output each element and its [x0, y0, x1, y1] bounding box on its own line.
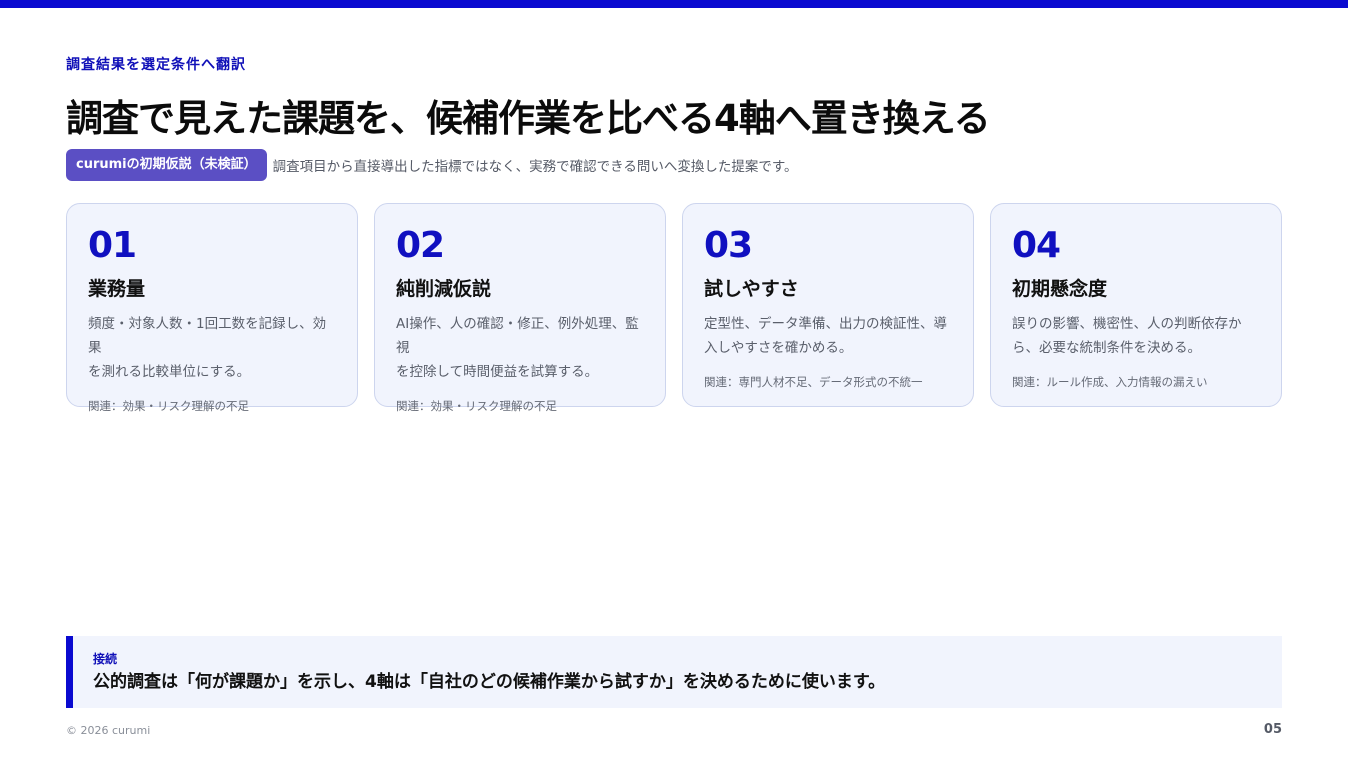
- axis-card-02: 02 純削減仮説 AI操作、人の確認・修正、例外処理、監視 を控除して時間便益を…: [374, 203, 666, 413]
- connection-label: 接続: [93, 652, 118, 666]
- axis-card-03: 03 試しやすさ 定型性、データ準備、出力の検証性、導 入しやすさを確かめる。 …: [682, 203, 974, 407]
- connection-text: 公的調査は「何が課題か」を示し、4軸は「自社のどの候補作業から試すか」を決めるた…: [93, 672, 886, 692]
- card-description-line: 頻度・対象人数・1回工数を記録し、効果: [88, 316, 327, 356]
- card-related: 関連：効果・リスク理解の不足: [88, 399, 249, 413]
- card-number: 01: [88, 225, 137, 266]
- subtitle-text: 調査項目から直接導出した指標ではなく、実務で確認できる問いへ変換した提案です。: [272, 159, 798, 175]
- card-number: 04: [1012, 225, 1061, 266]
- card-related: 関連：効果・リスク理解の不足: [396, 399, 557, 413]
- card-description: 頻度・対象人数・1回工数を記録し、効果 を測れる比較単位にする。: [88, 312, 336, 384]
- card-related: 関連：専門人材不足、データ形式の不統一: [704, 375, 923, 389]
- card-description-line: 定型性、データ準備、出力の検証性、導: [704, 316, 947, 332]
- top-accent-bar: [0, 0, 1348, 8]
- connection-callout: 接続 公的調査は「何が課題か」を示し、4軸は「自社のどの候補作業から試すか」を決…: [66, 636, 1282, 708]
- card-description: 定型性、データ準備、出力の検証性、導 入しやすさを確かめる。: [704, 312, 952, 360]
- card-description-line: AI操作、人の確認・修正、例外処理、監視: [396, 316, 639, 356]
- card-description-line: ら、必要な統制条件を決める。: [1012, 340, 1201, 356]
- card-description-line: を測れる比較単位にする。: [88, 364, 251, 380]
- card-related: 関連：ルール作成、入力情報の漏えい: [1012, 375, 1208, 389]
- card-description: 誤りの影響、機密性、人の判断依存か ら、必要な統制条件を決める。: [1012, 312, 1260, 360]
- card-number: 03: [704, 225, 753, 266]
- section-eyebrow: 調査結果を選定条件へ翻訳: [66, 57, 246, 73]
- axis-card-04: 04 初期懸念度 誤りの影響、機密性、人の判断依存か ら、必要な統制条件を決める…: [990, 203, 1282, 407]
- subtitle-row: curumiの初期仮説（未検証） 調査項目から直接導出した指標ではなく、実務で確…: [66, 149, 798, 181]
- card-title: 純削減仮説: [396, 278, 492, 300]
- slide-title: 調査で見えた課題を、候補作業を比べる4軸へ置き換える: [66, 97, 991, 140]
- card-description-line: 入しやすさを確かめる。: [704, 340, 853, 356]
- card-number: 02: [396, 225, 445, 266]
- card-title: 試しやすさ: [704, 278, 799, 300]
- copyright: © 2026 curumi: [66, 724, 151, 737]
- card-description: AI操作、人の確認・修正、例外処理、監視 を控除して時間便益を試算する。: [396, 312, 644, 384]
- card-title: 業務量: [88, 278, 146, 300]
- page-number: 05: [1263, 722, 1282, 737]
- hypothesis-badge: curumiの初期仮説（未検証）: [66, 149, 267, 181]
- card-title: 初期懸念度: [1012, 278, 1108, 300]
- axis-cards: 01 業務量 頻度・対象人数・1回工数を記録し、効果 を測れる比較単位にする。 …: [66, 203, 1282, 413]
- card-description-line: を控除して時間便益を試算する。: [396, 364, 599, 380]
- card-description-line: 誤りの影響、機密性、人の判断依存か: [1012, 316, 1242, 332]
- axis-card-01: 01 業務量 頻度・対象人数・1回工数を記録し、効果 を測れる比較単位にする。 …: [66, 203, 358, 413]
